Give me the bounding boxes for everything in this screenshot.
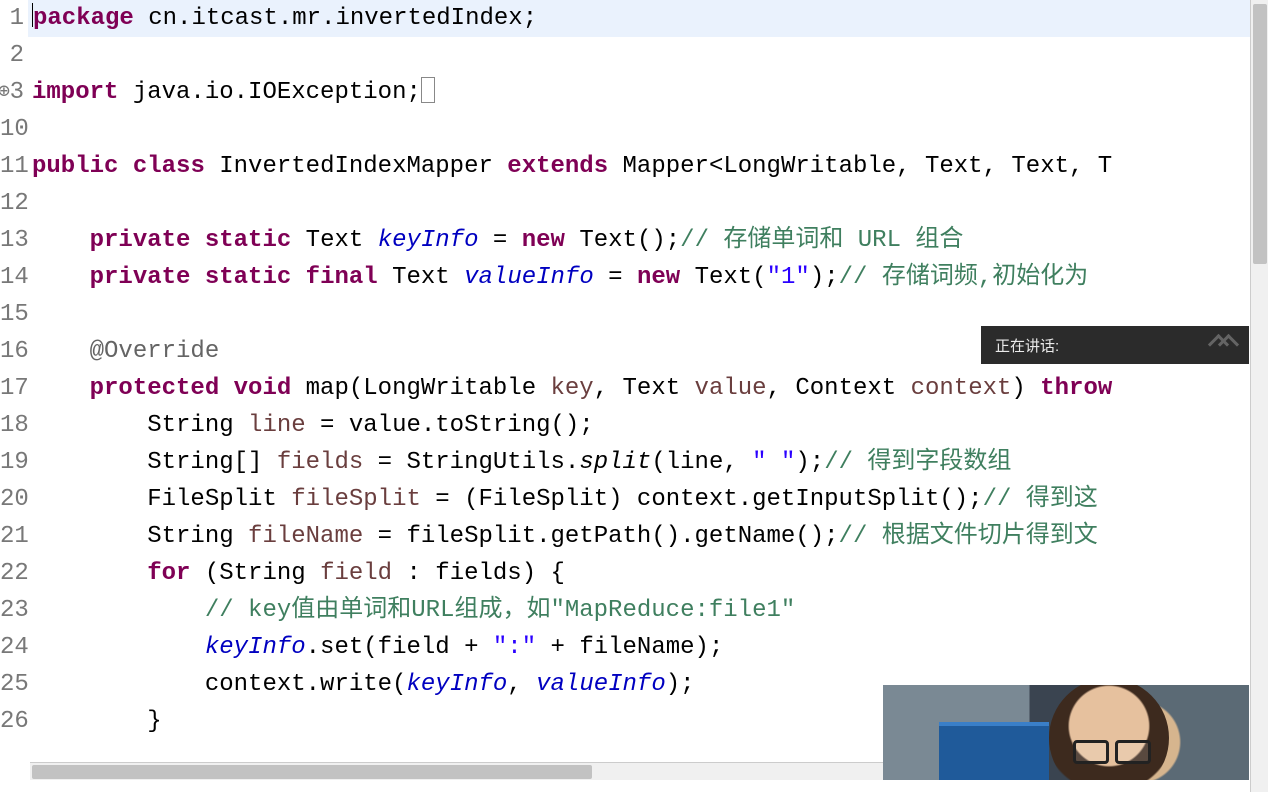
code-line[interactable]: import java.io.IOException; xyxy=(28,74,1268,111)
code-line[interactable]: private static Text keyInfo = new Text()… xyxy=(28,222,1268,259)
webcam-cabinet xyxy=(939,722,1049,780)
fold-marker-icon[interactable]: ⊕ xyxy=(0,74,10,111)
scrollbar-thumb[interactable] xyxy=(32,765,592,779)
code-line[interactable] xyxy=(28,111,1268,148)
code-content[interactable]: package cn.itcast.mr.invertedIndex; impo… xyxy=(28,0,1268,792)
code-line[interactable]: keyInfo.set(field + ":" + fileName); xyxy=(28,629,1268,666)
webcam-person xyxy=(1049,685,1169,780)
code-editor[interactable]: 1 2 ⊕3 10 11 12 13 14 15 16 17 18 19 20 … xyxy=(0,0,1268,792)
line-number: 23 xyxy=(0,592,24,629)
line-number: 20 xyxy=(0,481,24,518)
line-number: 17 xyxy=(0,370,24,407)
code-line[interactable] xyxy=(28,185,1268,222)
code-line[interactable]: package cn.itcast.mr.invertedIndex; xyxy=(28,0,1268,37)
line-number: 22 xyxy=(0,555,24,592)
code-line[interactable]: String[] fields = StringUtils.split(line… xyxy=(28,444,1268,481)
line-number: ⊕3 xyxy=(0,74,24,111)
line-number: 13 xyxy=(0,222,24,259)
code-line[interactable]: FileSplit fileSplit = (FileSplit) contex… xyxy=(28,481,1268,518)
scrollbar-thumb[interactable] xyxy=(1253,4,1267,264)
line-number: 15 xyxy=(0,296,24,333)
line-number: 18 xyxy=(0,407,24,444)
code-line[interactable]: public class InvertedIndexMapper extends… xyxy=(28,148,1268,185)
line-number: 14 xyxy=(0,259,24,296)
webcam-overlay xyxy=(883,685,1249,780)
line-number: 24 xyxy=(0,629,24,666)
line-number: 25 xyxy=(0,666,24,703)
line-number: 2 xyxy=(0,37,24,74)
fold-indicator-icon[interactable] xyxy=(421,77,435,103)
line-number: 26 xyxy=(0,703,24,740)
line-number: 16 xyxy=(0,333,24,370)
code-line[interactable]: private static final Text valueInfo = ne… xyxy=(28,259,1268,296)
code-line[interactable]: String line = value.toString(); xyxy=(28,407,1268,444)
line-number: 10 xyxy=(0,111,24,148)
chevron-up-icon[interactable] xyxy=(1211,337,1235,353)
code-line[interactable]: // key值由单词和URL组成，如"MapReduce:file1" xyxy=(28,592,1268,629)
code-line[interactable]: for (String field : fields) { xyxy=(28,555,1268,592)
code-line[interactable] xyxy=(28,37,1268,74)
code-line[interactable]: String fileName = fileSplit.getPath().ge… xyxy=(28,518,1268,555)
line-number: 12 xyxy=(0,185,24,222)
code-line[interactable]: protected void map(LongWritable key, Tex… xyxy=(28,370,1268,407)
line-number: 1 xyxy=(0,0,24,37)
line-number: 19 xyxy=(0,444,24,481)
webcam-glasses xyxy=(1073,740,1151,756)
vertical-scrollbar[interactable] xyxy=(1250,0,1268,792)
speaking-label: 正在讲话: xyxy=(995,335,1059,356)
line-number: 21 xyxy=(0,518,24,555)
line-gutter: 1 2 ⊕3 10 11 12 13 14 15 16 17 18 19 20 … xyxy=(0,0,28,792)
speaking-indicator-overlay: 正在讲话: xyxy=(981,326,1249,364)
line-number: 11 xyxy=(0,148,24,185)
